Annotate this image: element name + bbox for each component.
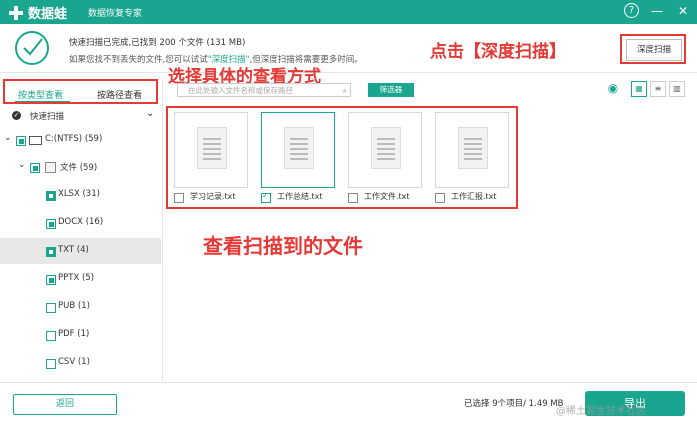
back-button[interactable]: 返回: [13, 394, 117, 415]
type-label: TXT (4): [58, 245, 89, 255]
type-checkbox[interactable]: [46, 359, 56, 369]
annotation-files: 查看扫描到的文件: [203, 234, 363, 258]
search-placeholder: 在此处输入文件名称或保存路径: [188, 86, 293, 95]
tree-type-xlsx[interactable]: XLSX (31): [0, 182, 161, 208]
type-checkbox[interactable]: [46, 247, 56, 257]
type-label: DOCX (16): [58, 217, 104, 227]
chevron-down-icon[interactable]: ⌄: [146, 108, 154, 119]
type-checkbox[interactable]: [46, 219, 56, 229]
drive-icon: [29, 136, 42, 145]
type-checkbox[interactable]: [46, 303, 56, 313]
app-logo: 数据蛙: [8, 3, 67, 22]
type-label: PUB (1): [58, 301, 90, 311]
tree-folder-label: 文件 (59): [60, 163, 98, 173]
detail-view-icon[interactable]: ▥: [669, 81, 685, 97]
files-highlight: [166, 106, 518, 209]
type-checkbox[interactable]: [46, 275, 56, 285]
selection-info: 已选择 9个项目/ 1.49 MB: [464, 399, 564, 409]
annotation-deep-scan: 点击【深度扫描】: [430, 42, 566, 62]
type-checkbox[interactable]: [46, 191, 56, 201]
expand-icon[interactable]: ⌄: [18, 160, 26, 170]
drive-checkbox[interactable]: [16, 136, 26, 146]
tree-type-txt[interactable]: TXT (4): [0, 238, 161, 264]
tree-drive[interactable]: ⌄ C:(NTFS) (59): [0, 128, 161, 154]
app-logo-icon: [9, 6, 23, 20]
app-subtitle: 数据恢复专家: [88, 9, 143, 19]
tree-type-pdf[interactable]: PDF (1): [0, 322, 161, 348]
tree-quick-scan[interactable]: ✓ 快速扫描 ⌄: [0, 104, 161, 130]
help-icon[interactable]: ?: [624, 3, 639, 18]
folder-icon: [45, 162, 56, 173]
close-icon[interactable]: ✕: [675, 3, 691, 19]
preview-eye-icon[interactable]: ◉: [604, 81, 622, 95]
tree-type-docx[interactable]: DOCX (16): [0, 210, 161, 236]
type-label: PPTX (5): [58, 273, 95, 283]
type-label: PDF (1): [58, 329, 90, 339]
expand-icon[interactable]: ⌄: [4, 133, 12, 143]
search-input[interactable]: 在此处输入文件名称或保存路径 ⌕: [177, 83, 351, 97]
checked-circle-icon: ✓: [12, 111, 21, 120]
type-label: CSV (1): [58, 357, 90, 367]
type-label: XLSX (31): [58, 189, 100, 199]
tree-type-csv[interactable]: CSV (1): [0, 350, 161, 376]
type-checkbox[interactable]: [46, 331, 56, 341]
list-view-icon[interactable]: ≡: [650, 81, 666, 97]
scan-status-panel: [0, 24, 697, 73]
tree-type-pub[interactable]: PUB (1): [0, 294, 161, 320]
grid-view-icon[interactable]: ▦: [631, 81, 647, 97]
folder-checkbox[interactable]: [30, 163, 40, 173]
tree-folder[interactable]: ⌄ 文件 (59): [0, 155, 161, 181]
tree-drive-label: C:(NTFS) (59): [45, 134, 103, 144]
watermark: @稀土掘金技术社区: [556, 406, 646, 417]
scan-result-text: 快速扫描已完成,已找到 200 个文件 (131 MB): [69, 38, 246, 48]
title-bar: 数据蛙 数据恢复专家 ? — ✕: [0, 0, 697, 24]
view-tabs-highlight: [3, 79, 158, 104]
deep-scan-highlight: [620, 34, 686, 64]
tree-type-pptx[interactable]: PPTX (5): [0, 266, 161, 292]
minimize-icon[interactable]: —: [649, 3, 665, 19]
search-icon[interactable]: ⌕: [343, 84, 347, 98]
scan-complete-icon: [15, 31, 49, 65]
tree-quick-label: 快速扫描: [30, 112, 65, 122]
filter-button[interactable]: 筛选器: [368, 83, 414, 97]
app-name: 数据蛙: [28, 7, 68, 22]
